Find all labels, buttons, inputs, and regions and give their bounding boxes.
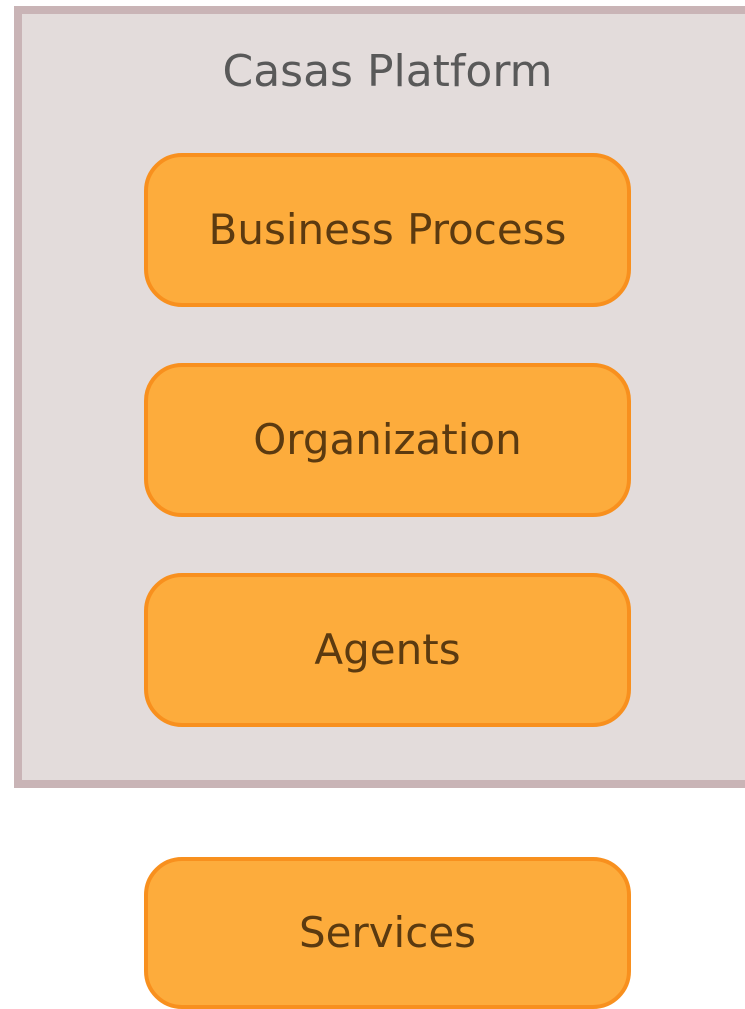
- agents-label: Agents: [314, 625, 461, 674]
- organization-box[interactable]: Organization: [144, 363, 631, 517]
- business-process-box[interactable]: Business Process: [144, 153, 631, 307]
- services-label: Services: [298, 908, 477, 957]
- business-process-label: Business Process: [208, 205, 567, 254]
- platform-title: Casas Platform: [222, 46, 553, 97]
- agents-box[interactable]: Agents: [144, 573, 631, 727]
- services-box[interactable]: Services: [144, 857, 631, 1009]
- organization-label: Organization: [253, 415, 522, 464]
